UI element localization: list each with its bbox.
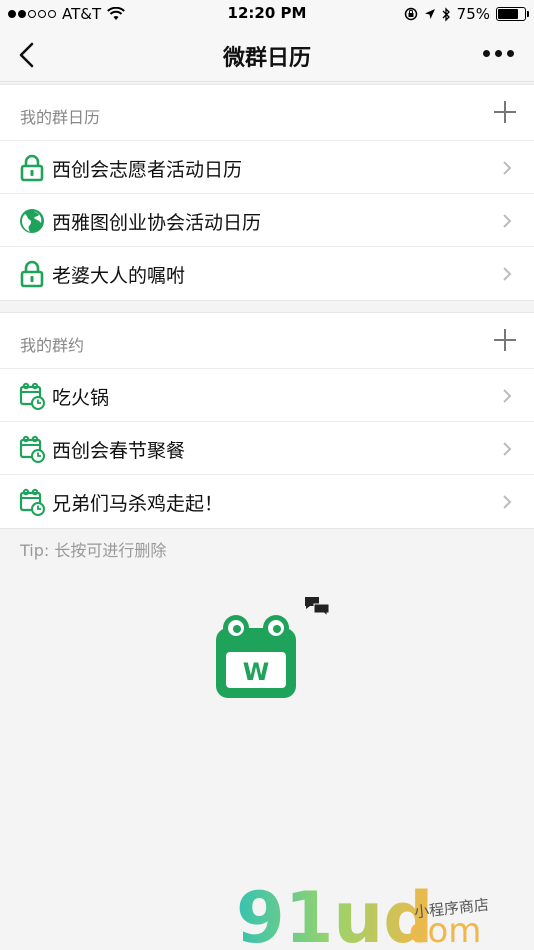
calendar-name: 西雅图创业协会活动日历 bbox=[52, 212, 262, 234]
page-title: 微群日历 bbox=[222, 46, 311, 71]
appointment-name: 西创会春节聚餐 bbox=[52, 440, 186, 462]
lock-icon bbox=[20, 260, 44, 288]
battery-icon bbox=[496, 7, 529, 21]
add-calendar-button[interactable] bbox=[494, 101, 516, 123]
app-logo-icon: W bbox=[216, 615, 296, 698]
tip-text: Tip: 长按可进行删除 bbox=[20, 541, 167, 560]
chat-bubbles-icon bbox=[305, 597, 330, 618]
globe-icon bbox=[20, 209, 44, 233]
calendar-clock-icon bbox=[19, 488, 45, 516]
calendar-list-item[interactable]: 西雅图创业协会活动日历 bbox=[0, 194, 534, 247]
watermark-logo: 91ud .com 小程序商店 bbox=[236, 878, 490, 950]
chevron-right-icon bbox=[503, 161, 512, 175]
appointment-name: 吃火锅 bbox=[52, 387, 110, 409]
calendar-clock-icon bbox=[19, 435, 45, 463]
chevron-right-icon bbox=[503, 214, 512, 228]
status-right: 75% bbox=[404, 5, 529, 23]
calendar-name: 西创会志愿者活动日历 bbox=[52, 159, 243, 181]
section-header: 我的群约 bbox=[0, 313, 534, 369]
lock-icon bbox=[20, 154, 44, 182]
bluetooth-icon bbox=[442, 6, 450, 22]
nav-bar: 微群日历 bbox=[0, 28, 534, 82]
appointment-name: 兄弟们马杀鸡走起！ bbox=[52, 493, 224, 515]
battery-fill bbox=[498, 9, 518, 19]
chevron-right-icon bbox=[503, 442, 512, 456]
group-appointments-section: 我的群约 吃火锅 西创会春节聚餐 兄弟们马杀鸡走起！ bbox=[0, 312, 534, 529]
calendar-list-item[interactable]: 老婆大人的嘱咐 bbox=[0, 247, 534, 300]
section-header: 我的群日历 bbox=[0, 85, 534, 141]
logo-letter: W bbox=[243, 658, 269, 686]
group-calendars-section: 我的群日历 西创会志愿者活动日历 西雅图创业协会活动日历 老婆大人的嘱咐 bbox=[0, 84, 534, 301]
appointment-list-item[interactable]: 兄弟们马杀鸡走起！ bbox=[0, 475, 534, 528]
battery-percent: 75% bbox=[456, 5, 490, 23]
section-title: 我的群约 bbox=[20, 336, 85, 355]
calendar-clock-icon bbox=[19, 382, 45, 410]
calendar-name: 老婆大人的嘱咐 bbox=[52, 265, 186, 287]
chevron-right-icon bbox=[503, 389, 512, 403]
status-bar: AT&T 12:20 PM 75% bbox=[0, 0, 534, 28]
chevron-right-icon bbox=[503, 267, 512, 281]
rotation-lock-icon bbox=[404, 7, 417, 21]
chevron-right-icon bbox=[503, 495, 512, 509]
add-appointment-button[interactable] bbox=[494, 329, 516, 351]
more-dots-icon[interactable] bbox=[483, 50, 514, 57]
section-title: 我的群日历 bbox=[20, 108, 101, 127]
appointment-list-item[interactable]: 吃火锅 bbox=[0, 369, 534, 422]
appointment-list-item[interactable]: 西创会春节聚餐 bbox=[0, 422, 534, 475]
calendar-list-item[interactable]: 西创会志愿者活动日历 bbox=[0, 141, 534, 194]
location-arrow-icon bbox=[424, 9, 435, 19]
